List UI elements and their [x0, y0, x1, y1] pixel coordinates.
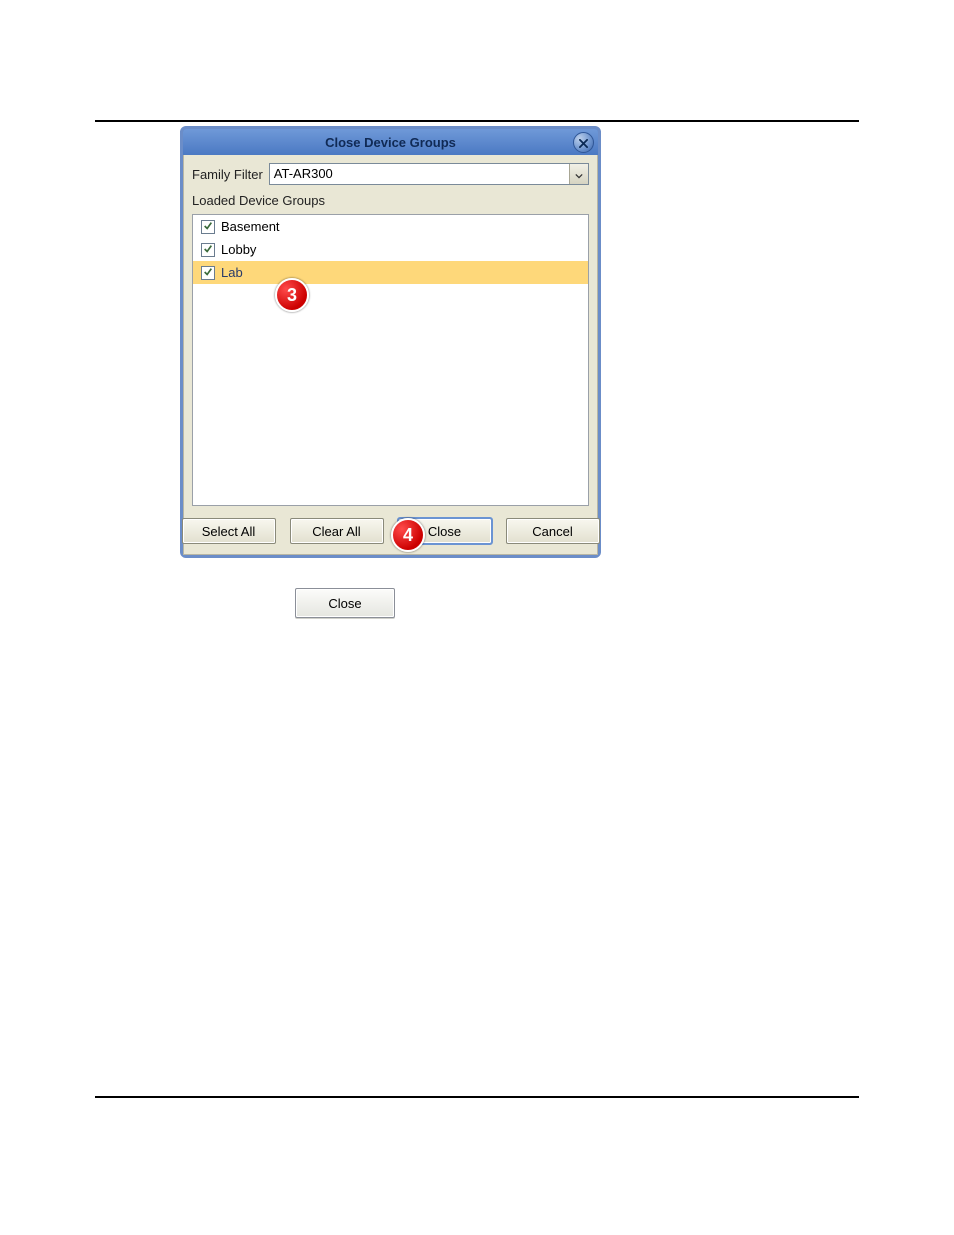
dialog-close-button[interactable] — [573, 132, 594, 153]
list-item[interactable]: Basement — [193, 215, 588, 238]
device-groups-list[interactable]: Basement Lobby — [192, 214, 589, 506]
standalone-close-wrap: Close — [295, 588, 859, 618]
callout-badge-3-text: 3 — [287, 285, 297, 306]
list-item-label: Lab — [221, 265, 243, 280]
callout-badge-3: 3 — [275, 278, 309, 312]
checkmark-icon — [203, 265, 213, 280]
button-label: Select All — [202, 524, 255, 539]
close-icon — [579, 135, 588, 151]
page: 3 4 Close Device Groups Family Filter AT… — [0, 0, 954, 1235]
family-filter-select[interactable]: AT-AR300 — [269, 163, 589, 185]
family-filter-label: Family Filter — [192, 167, 263, 182]
checkbox[interactable] — [201, 220, 215, 234]
dialog-title: Close Device Groups — [325, 135, 456, 150]
button-label: Close — [328, 596, 361, 611]
button-label: Close — [428, 524, 461, 539]
clear-all-button[interactable]: Clear All — [290, 518, 384, 544]
dialog-wrapper: 3 4 Close Device Groups Family Filter AT… — [180, 126, 595, 558]
checkbox[interactable] — [201, 243, 215, 257]
list-item[interactable]: Lobby — [193, 238, 588, 261]
family-filter-row: Family Filter AT-AR300 — [192, 163, 589, 185]
button-label: Clear All — [312, 524, 360, 539]
chevron-down-icon — [575, 166, 583, 182]
dialog-titlebar[interactable]: Close Device Groups — [183, 129, 598, 155]
callout-badge-4: 4 — [391, 518, 425, 552]
checkmark-icon — [203, 219, 213, 234]
family-filter-value: AT-AR300 — [270, 164, 569, 184]
select-all-button[interactable]: Select All — [182, 518, 276, 544]
dialog-body: Family Filter AT-AR300 Loaded Device Gro… — [183, 155, 598, 555]
button-label: Cancel — [532, 524, 572, 539]
cancel-button[interactable]: Cancel — [506, 518, 600, 544]
checkbox[interactable] — [201, 266, 215, 280]
callout-badge-4-text: 4 — [403, 525, 413, 546]
list-item[interactable]: Lab — [193, 261, 588, 284]
bottom-rule — [95, 1096, 859, 1098]
list-item-label: Basement — [221, 219, 280, 234]
standalone-close-button[interactable]: Close — [295, 588, 395, 618]
close-device-groups-dialog: Close Device Groups Family Filter AT-AR3… — [180, 126, 601, 558]
list-item-label: Lobby — [221, 242, 256, 257]
loaded-groups-label: Loaded Device Groups — [192, 193, 589, 208]
family-filter-dropdown-button[interactable] — [569, 164, 588, 184]
checkmark-icon — [203, 242, 213, 257]
top-rule — [95, 120, 859, 122]
